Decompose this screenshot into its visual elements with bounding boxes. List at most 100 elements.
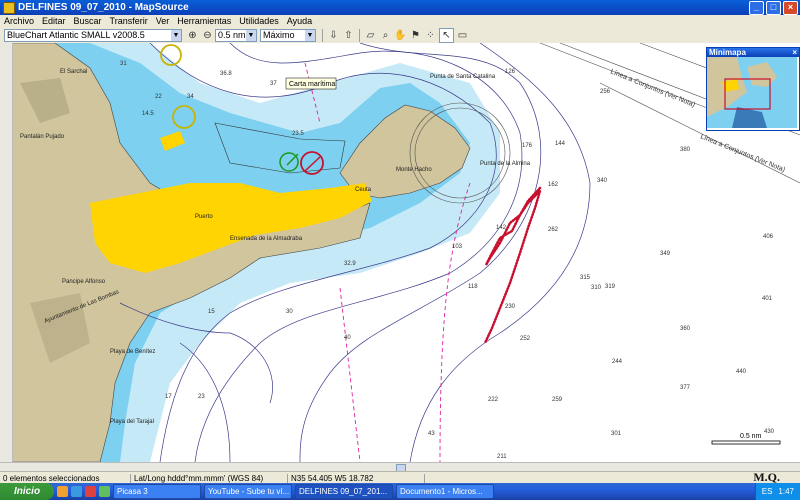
svg-text:360: 360 bbox=[680, 326, 691, 332]
place-label: El Sarchal bbox=[60, 69, 87, 75]
task-label: Documento1 - Micros... bbox=[400, 487, 483, 496]
language-indicator[interactable]: ES bbox=[762, 487, 773, 496]
place-label: Ensenada de la Almadraba bbox=[230, 236, 303, 242]
scale-select[interactable]: 0.5 nm ▼ bbox=[215, 28, 257, 42]
svg-text:162: 162 bbox=[548, 182, 559, 188]
svg-text:30: 30 bbox=[286, 309, 293, 315]
toolbar: BlueChart Atlantic SMALL v2008.5 ▼ ⊕ ⊖ 0… bbox=[0, 27, 800, 44]
menu-buscar[interactable]: Buscar bbox=[70, 16, 106, 26]
send-to-device-icon[interactable]: ⇧ bbox=[342, 29, 355, 42]
map-tool-icon[interactable]: ▱ bbox=[364, 29, 377, 42]
quicklaunch-icon[interactable] bbox=[71, 486, 82, 497]
svg-text:15: 15 bbox=[208, 309, 215, 315]
menu-archivo[interactable]: Archivo bbox=[0, 16, 38, 26]
svg-text:259: 259 bbox=[552, 397, 563, 403]
svg-text:349: 349 bbox=[660, 251, 671, 257]
toolbar-separator bbox=[322, 28, 323, 42]
svg-text:401: 401 bbox=[762, 296, 773, 302]
svg-text:377: 377 bbox=[680, 385, 691, 391]
close-icon[interactable]: × bbox=[792, 48, 797, 57]
tss-label-south: Línea a Conjuntos (Ver Nota) bbox=[699, 133, 786, 173]
svg-text:230: 230 bbox=[505, 304, 516, 310]
svg-text:31: 31 bbox=[120, 61, 127, 67]
hand-tool-icon[interactable]: ✋ bbox=[394, 29, 407, 42]
close-button[interactable]: × bbox=[783, 0, 798, 15]
menu-transferir[interactable]: Transferir bbox=[106, 16, 152, 26]
start-button[interactable]: Inicio bbox=[0, 483, 54, 500]
zoom-out-icon[interactable]: ⊖ bbox=[201, 29, 214, 42]
scale-bar-label: 0.5 nm bbox=[740, 433, 762, 440]
svg-text:222: 222 bbox=[488, 397, 499, 403]
task-youtube[interactable]: YouTube - Sube tu ví... bbox=[204, 484, 292, 499]
chart-tooltip-text: Carta marítima bbox=[289, 81, 335, 88]
coordinate-format: Lat/Long hddd°mm.mmm' (WGS 84) bbox=[131, 473, 288, 483]
place-label: Monte Hacho bbox=[396, 167, 432, 173]
task-label: YouTube - Sube tu ví... bbox=[208, 487, 290, 496]
task-mapsource[interactable]: DELFINES 09_07_201... bbox=[295, 484, 393, 499]
menu-utilidades[interactable]: Utilidades bbox=[235, 16, 283, 26]
svg-text:256: 256 bbox=[600, 89, 611, 95]
zoom-tool-icon[interactable]: ⌕ bbox=[379, 29, 392, 42]
selection-tool-icon[interactable]: ↖ bbox=[439, 27, 454, 43]
start-label: Inicio bbox=[13, 486, 41, 497]
minimap-panel[interactable]: Minimapa × bbox=[706, 47, 800, 131]
svg-text:252: 252 bbox=[520, 336, 531, 342]
quicklaunch-icon[interactable] bbox=[57, 486, 68, 497]
minimap-view[interactable] bbox=[707, 57, 797, 128]
minimize-button[interactable]: _ bbox=[749, 0, 764, 15]
receive-from-device-icon[interactable]: ⇩ bbox=[327, 29, 340, 42]
map-canvas[interactable]: Línea a Conjuntos (Ver Nota) Línea a Con… bbox=[0, 43, 800, 462]
svg-text:244: 244 bbox=[612, 359, 623, 365]
place-label: Playa de Benítez bbox=[110, 349, 155, 355]
menu-ver[interactable]: Ver bbox=[152, 16, 174, 26]
tss-label-north: Línea a Conjuntos (Ver Nota) bbox=[609, 68, 696, 108]
menu-editar[interactable]: Editar bbox=[38, 16, 70, 26]
cursor-position: N35 54.405 W5 18.782 bbox=[288, 473, 425, 483]
system-tray: ES 1:47 bbox=[754, 483, 800, 500]
svg-text:262: 262 bbox=[548, 227, 559, 233]
measure-tool-icon[interactable]: ▭ bbox=[456, 29, 469, 42]
task-label: DELFINES 09_07_201... bbox=[299, 487, 388, 496]
scale-value: 0.5 nm bbox=[218, 30, 246, 40]
map-product-select[interactable]: BlueChart Atlantic SMALL v2008.5 ▼ bbox=[4, 28, 182, 42]
svg-text:22: 22 bbox=[155, 94, 162, 100]
svg-text:176: 176 bbox=[522, 143, 533, 149]
svg-text:32.9: 32.9 bbox=[344, 261, 356, 267]
route-tool-icon[interactable]: ⁘ bbox=[424, 29, 437, 42]
place-label: Punta de Santa Catalina bbox=[430, 74, 496, 80]
svg-text:17: 17 bbox=[165, 394, 172, 400]
svg-text:301: 301 bbox=[611, 431, 622, 437]
svg-text:319: 319 bbox=[605, 284, 616, 290]
selection-status: 0 elementos seleccionados bbox=[0, 473, 131, 483]
svg-text:142: 142 bbox=[496, 225, 507, 231]
menu-ayuda[interactable]: Ayuda bbox=[283, 16, 316, 26]
window-title: DELFINES 09_07_2010 - MapSource bbox=[18, 2, 189, 13]
task-label: Picasa 3 bbox=[117, 487, 148, 496]
place-label: Pancipe Alfonso bbox=[62, 279, 106, 285]
detail-select[interactable]: Máximo ▼ bbox=[260, 28, 316, 42]
clock: 1:47 bbox=[778, 487, 794, 496]
quicklaunch-icon[interactable] bbox=[85, 486, 96, 497]
zoom-in-icon[interactable]: ⊕ bbox=[186, 29, 199, 42]
task-word[interactable]: Documento1 - Micros... bbox=[396, 484, 494, 499]
svg-text:315: 315 bbox=[580, 275, 591, 281]
place-label: Pantalán Pujado bbox=[20, 134, 65, 140]
title-bar: DELFINES 09_07_2010 - MapSource _ □ × bbox=[0, 0, 800, 15]
chevron-down-icon: ▼ bbox=[171, 29, 181, 41]
dolphin-track bbox=[483, 186, 542, 345]
svg-text:144: 144 bbox=[555, 141, 566, 147]
svg-text:40: 40 bbox=[344, 335, 351, 341]
minimap-title: Minimapa bbox=[709, 48, 746, 57]
menu-herramientas[interactable]: Herramientas bbox=[173, 16, 235, 26]
nautical-chart[interactable]: Línea a Conjuntos (Ver Nota) Línea a Con… bbox=[0, 43, 800, 462]
menu-bar: Archivo Editar Buscar Transferir Ver Her… bbox=[0, 15, 800, 27]
quicklaunch-icon[interactable] bbox=[99, 486, 110, 497]
svg-text:211: 211 bbox=[497, 454, 507, 460]
task-picasa[interactable]: Picasa 3 bbox=[113, 484, 201, 499]
maximize-button[interactable]: □ bbox=[766, 0, 781, 15]
taskbar: Inicio Picasa 3 YouTube - Sube tu ví... … bbox=[0, 483, 800, 500]
svg-text:23: 23 bbox=[198, 394, 205, 400]
svg-text:103: 103 bbox=[452, 244, 463, 250]
vertical-scrollbar[interactable] bbox=[0, 43, 13, 462]
waypoint-tool-icon[interactable]: ⚑ bbox=[409, 29, 422, 42]
